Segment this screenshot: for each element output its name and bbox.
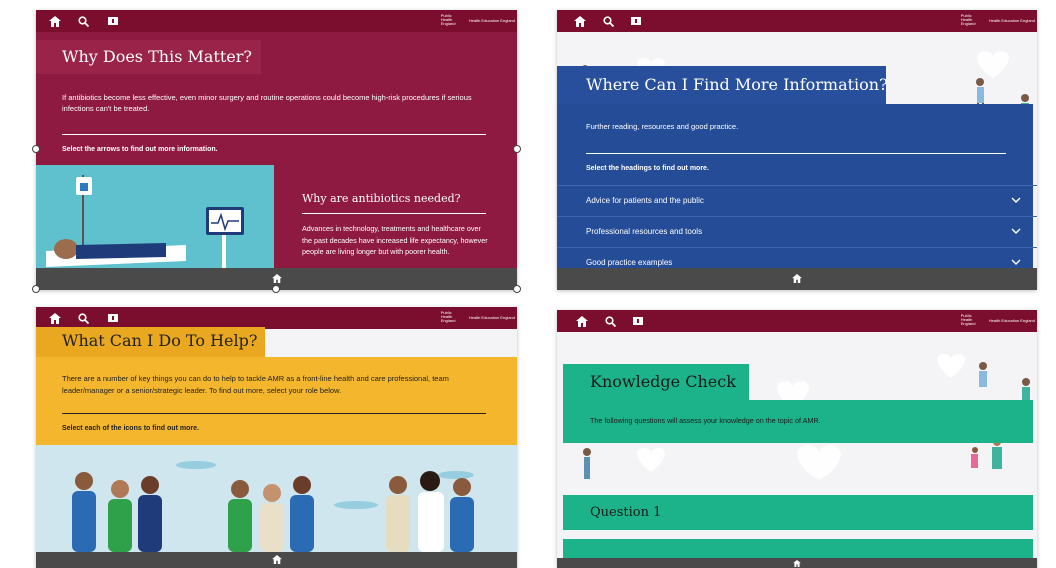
page-title: Knowledge Check <box>563 364 749 400</box>
top-navigation-bar: Public Health England Health Education E… <box>557 310 1037 332</box>
home-icon[interactable] <box>793 554 801 568</box>
home-icon[interactable] <box>271 551 282 568</box>
home-icon[interactable] <box>573 14 587 28</box>
hee-logo: Health Education England <box>988 318 1035 323</box>
selection-handle[interactable] <box>32 145 40 153</box>
panel-what-can-i-do-to-help: Public Health England Health Education E… <box>36 307 517 568</box>
page-title: What Can I Do To Help? <box>36 327 265 357</box>
bottom-bar <box>36 552 517 568</box>
phe-logo: Public Health England <box>440 13 456 26</box>
panel-knowledge-check: Public Health England Health Education E… <box>557 310 1037 568</box>
chevron-down-icon <box>1011 258 1021 267</box>
intro-text: The following questions will assess your… <box>590 416 821 425</box>
home-icon[interactable] <box>48 311 62 325</box>
bottom-bar <box>557 558 1037 568</box>
divider <box>62 413 486 414</box>
instruction-text: Select the headings to find out more. <box>586 165 709 172</box>
organisation-logos: Public Health England Health Education E… <box>441 310 515 326</box>
selection-handle[interactable] <box>513 285 521 293</box>
home-icon[interactable] <box>792 270 802 288</box>
bookmark-icon[interactable] <box>106 14 120 28</box>
phe-logo: Public Health England <box>960 13 976 26</box>
search-icon[interactable] <box>603 314 617 328</box>
bookmark-icon[interactable] <box>106 311 120 325</box>
home-icon[interactable] <box>48 14 62 28</box>
instruction-text: Select each of the icons to find out mor… <box>62 425 199 432</box>
divider <box>586 153 1006 154</box>
intro-text: If antibiotics become less effective, ev… <box>62 93 472 113</box>
chevron-down-icon <box>1011 227 1021 236</box>
top-navigation-bar: Public Health England Health Education E… <box>36 10 517 32</box>
selection-handle[interactable] <box>513 145 521 153</box>
intro-text: Further reading, resources and good prac… <box>586 122 739 131</box>
hee-logo: Health Education England <box>468 315 515 320</box>
top-navigation-bar: Public Health England Health Education E… <box>36 307 517 329</box>
search-icon[interactable] <box>601 14 615 28</box>
accordion-label: Advice for patients and the public <box>586 196 704 205</box>
accordion-label: Professional resources and tools <box>586 227 703 236</box>
panel-where-can-i-find-more-information: Public Health England Health Education E… <box>557 10 1037 290</box>
page-title: Why Does This Matter? <box>36 40 261 74</box>
search-icon[interactable] <box>76 311 90 325</box>
phe-logo: Public Health England <box>440 310 456 323</box>
card-divider <box>302 213 486 214</box>
roles-illustration[interactable] <box>36 445 517 552</box>
phe-logo: Public Health England <box>960 313 976 326</box>
home-icon[interactable] <box>575 314 589 328</box>
intro-text: There are a number of key things you can… <box>62 374 449 395</box>
divider <box>62 134 486 135</box>
search-icon[interactable] <box>76 14 90 28</box>
hospital-illustration <box>36 165 274 269</box>
organisation-logos: Public Health England Health Education E… <box>441 13 515 29</box>
hee-logo: Health Education England <box>468 18 515 23</box>
card-text: Advances in technology, treatments and h… <box>302 224 488 256</box>
panel-why-does-this-matter: Public Health England Health Education E… <box>36 10 517 290</box>
selection-handle[interactable] <box>272 285 280 293</box>
card-title: Why are antibiotics needed? <box>302 192 461 205</box>
accordion-item-patients[interactable]: Advice for patients and the public <box>557 185 1037 215</box>
page-title: Where Can I Find More Information? <box>557 66 888 104</box>
organisation-logos: Public Health England Health Education E… <box>961 313 1035 329</box>
bookmark-icon[interactable] <box>631 314 645 328</box>
top-navigation-bar: Public Health England Health Education E… <box>557 10 1037 32</box>
accordion-label: Good practice examples <box>586 258 673 267</box>
accordion-item-professional[interactable]: Professional resources and tools <box>557 216 1037 246</box>
chevron-down-icon <box>1011 196 1021 205</box>
bookmark-icon[interactable] <box>629 14 643 28</box>
bottom-bar <box>557 268 1037 290</box>
selection-handle[interactable] <box>32 285 40 293</box>
question-heading[interactable]: Question 1 <box>563 495 1033 530</box>
hee-logo: Health Education England <box>988 18 1035 23</box>
instruction-text: Select the arrows to find out more infor… <box>62 146 218 153</box>
organisation-logos: Public Health England Health Education E… <box>961 13 1035 29</box>
